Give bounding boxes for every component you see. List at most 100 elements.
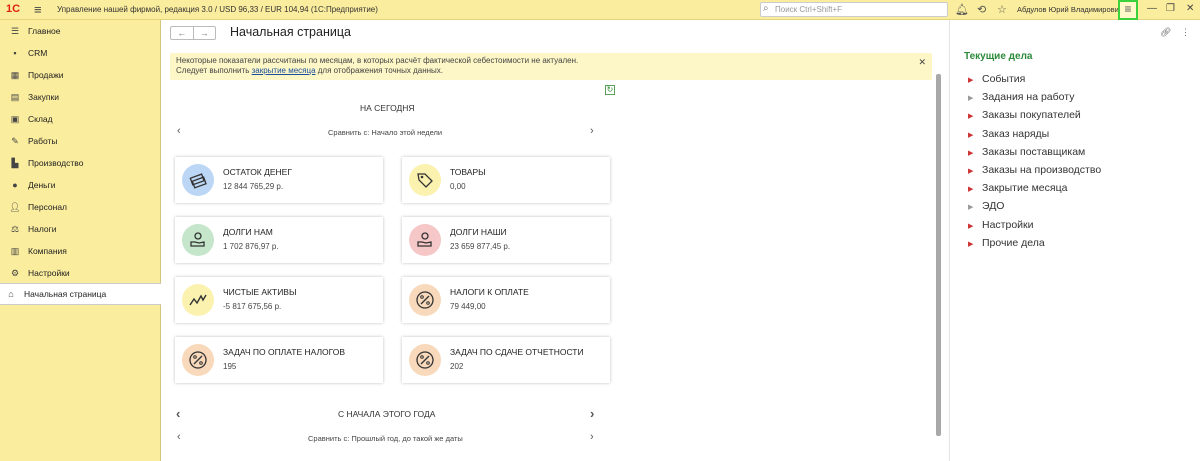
current-tasks-panel: 🔗︎ ⋮ Текущие дела ▶ События ▶ Задания на ра…: [949, 20, 1200, 461]
task-item[interactable]: ▶ Заказы покупателей: [968, 109, 1081, 121]
sidebar-item-label: Склад: [28, 114, 53, 124]
sidebar-item-home[interactable]: ⌂ Начальная страница: [0, 283, 161, 305]
link-icon[interactable]: 🔗︎: [1160, 27, 1171, 38]
prev-arrow-icon[interactable]: ‹: [177, 125, 181, 137]
expand-arrow-icon[interactable]: ▶: [968, 185, 976, 193]
expand-arrow-icon[interactable]: ▶: [968, 167, 976, 175]
task-item-label: Заказы покупателей: [982, 109, 1081, 122]
main-panel: ← → Начальная страница Некоторые показат…: [162, 20, 948, 461]
prev-arrow-icon[interactable]: ‹: [176, 406, 180, 421]
card-payables[interactable]: ДОЛГИ НАШИ 23 659 877,45 р.: [402, 217, 610, 263]
task-item[interactable]: ▶ Настройки: [968, 219, 1034, 231]
card-icon-circle: [182, 164, 214, 196]
card-title: ДОЛГИ НАМ: [223, 227, 273, 237]
card-icon-circle: [409, 164, 441, 196]
task-item[interactable]: ▶ Прочие дела: [968, 237, 1045, 249]
user-name[interactable]: Абдулов Юрий Владимирович: [1017, 5, 1123, 14]
task-item[interactable]: ▶ ЭДО: [968, 200, 1004, 212]
next-arrow-icon[interactable]: ›: [590, 406, 594, 421]
expand-arrow-icon[interactable]: ▶: [968, 94, 976, 102]
scrollbar[interactable]: [936, 74, 941, 436]
next-arrow-icon[interactable]: ›: [590, 125, 594, 137]
card-money-balance[interactable]: ОСТАТОК ДЕНЕГ 12 844 765,29 р.: [175, 157, 383, 203]
expand-arrow-icon[interactable]: ▶: [968, 203, 976, 211]
sidebar-item-money[interactable]: ● Деньги: [0, 174, 161, 196]
crm-icon: ▪: [13, 48, 17, 58]
trend-line-icon: [189, 294, 207, 306]
card-reporting-tasks[interactable]: ЗАДАЧ ПО СДАЧЕ ОТЧЕТНОСТИ 202: [402, 337, 610, 383]
sidebar-item-work[interactable]: ✎ Работы: [0, 130, 161, 152]
task-item[interactable]: ▶ Заказ наряды: [968, 128, 1049, 140]
card-taxes-due[interactable]: НАЛОГИ К ОПЛАТЕ 79 449,00: [402, 277, 610, 323]
search-input[interactable]: ⌕ Поиск Ctrl+Shift+F: [760, 2, 948, 17]
warehouse-icon: ▣: [10, 113, 20, 124]
main-menu-icon[interactable]: ≡: [34, 2, 42, 17]
sales-icon: ▦: [10, 69, 20, 80]
prev-arrow-icon[interactable]: ‹: [177, 431, 181, 443]
sidebar-item-warehouse[interactable]: ▣ Склад: [0, 108, 161, 130]
task-item[interactable]: ▶ Задания на работу: [968, 91, 1074, 103]
history-icon[interactable]: ⟲: [977, 3, 986, 16]
restore-icon[interactable]: ❐: [1166, 3, 1175, 14]
bell-icon[interactable]: 🔔︎: [955, 3, 969, 16]
close-icon[interactable]: ✕: [1186, 3, 1194, 14]
sidebar-item-label: Производство: [28, 158, 84, 168]
expand-arrow-icon[interactable]: ▶: [968, 131, 976, 139]
minimize-icon[interactable]: —: [1147, 3, 1157, 14]
sidebar-item-taxes[interactable]: ⚖ Налоги: [0, 218, 161, 240]
percent-icon: [189, 351, 207, 369]
factory-icon: ▙: [11, 157, 19, 168]
task-item-label: Заказы на производство: [982, 164, 1102, 176]
page-title: Начальная страница: [230, 25, 351, 39]
compare-year[interactable]: Сравнить с: Прошлый год, до такой же дат…: [308, 434, 463, 443]
expand-arrow-icon[interactable]: ▶: [968, 222, 976, 230]
star-icon[interactable]: ☆: [997, 3, 1007, 16]
close-month-link[interactable]: закрытие месяца: [252, 66, 316, 75]
sidebar-item-production[interactable]: ▙ Производство: [0, 152, 161, 174]
settings-menu-button[interactable]: ≡: [1118, 0, 1138, 20]
back-button[interactable]: ←: [171, 27, 194, 39]
refresh-icon[interactable]: ↻: [605, 85, 615, 95]
next-arrow-icon[interactable]: ›: [590, 431, 594, 443]
task-item[interactable]: ▶ Заказы на производство: [968, 164, 1101, 176]
card-value: 12 844 765,29 р.: [223, 182, 284, 191]
task-item[interactable]: ▶ События: [968, 73, 1025, 85]
task-item[interactable]: ▶ Заказы поставщикам: [968, 146, 1085, 158]
card-icon-circle: [409, 284, 441, 316]
card-net-assets[interactable]: ЧИСТЫЕ АКТИВЫ -5 817 675,56 р.: [175, 277, 383, 323]
sidebar-item-label: Начальная страница: [24, 289, 107, 299]
card-title: ТОВАРЫ: [450, 167, 486, 177]
sidebar-item-settings[interactable]: ⚙ Настройки: [0, 262, 161, 284]
expand-arrow-icon[interactable]: ▶: [968, 240, 976, 248]
task-item[interactable]: ▶ Закрытие месяца: [968, 182, 1067, 194]
card-title: ОСТАТОК ДЕНЕГ: [223, 167, 292, 177]
forward-button[interactable]: →: [194, 27, 216, 39]
search-icon: ⌕: [763, 3, 769, 14]
close-icon[interactable]: ✕: [918, 57, 926, 67]
sidebar-item-label: Продажи: [28, 70, 64, 80]
sidebar-item-purchases[interactable]: ▤ Закупки: [0, 86, 161, 108]
card-tax-payment-tasks[interactable]: ЗАДАЧ ПО ОПЛАТЕ НАЛОГОВ 195: [175, 337, 383, 383]
sidebar-item-crm[interactable]: ▪ CRM: [0, 42, 161, 64]
task-item-label: ЭДО: [982, 200, 1005, 213]
sidebar-item-main[interactable]: ☰ Главное: [0, 20, 161, 42]
sidebar-item-label: CRM: [28, 48, 48, 58]
expand-arrow-icon[interactable]: ▶: [968, 112, 976, 120]
expand-arrow-icon[interactable]: ▶: [968, 149, 976, 157]
card-title: ДОЛГИ НАШИ: [450, 227, 507, 237]
work-icon: ✎: [11, 135, 19, 146]
compare-today[interactable]: Сравнить с: Начало этой недели: [328, 128, 442, 137]
expand-arrow-icon[interactable]: ▶: [968, 76, 976, 84]
company-icon: ▥: [10, 245, 20, 256]
card-title: ЗАДАЧ ПО СДАЧЕ ОТЧЕТНОСТИ: [450, 347, 584, 357]
sidebar-item-personnel[interactable]: 👤︎ Персонал: [0, 196, 161, 218]
task-item-label: События: [982, 73, 1026, 85]
app-logo: 1С: [6, 3, 21, 15]
more-icon[interactable]: ⋮: [1181, 27, 1190, 38]
person-icon: 👤︎: [9, 201, 21, 212]
percent-icon: [416, 351, 434, 369]
card-receivables[interactable]: ДОЛГИ НАМ 1 702 876,97 р.: [175, 217, 383, 263]
card-goods[interactable]: ТОВАРЫ 0,00: [402, 157, 610, 203]
sidebar-item-company[interactable]: ▥ Компания: [0, 240, 161, 262]
sidebar-item-sales[interactable]: ▦ Продажи: [0, 64, 161, 86]
